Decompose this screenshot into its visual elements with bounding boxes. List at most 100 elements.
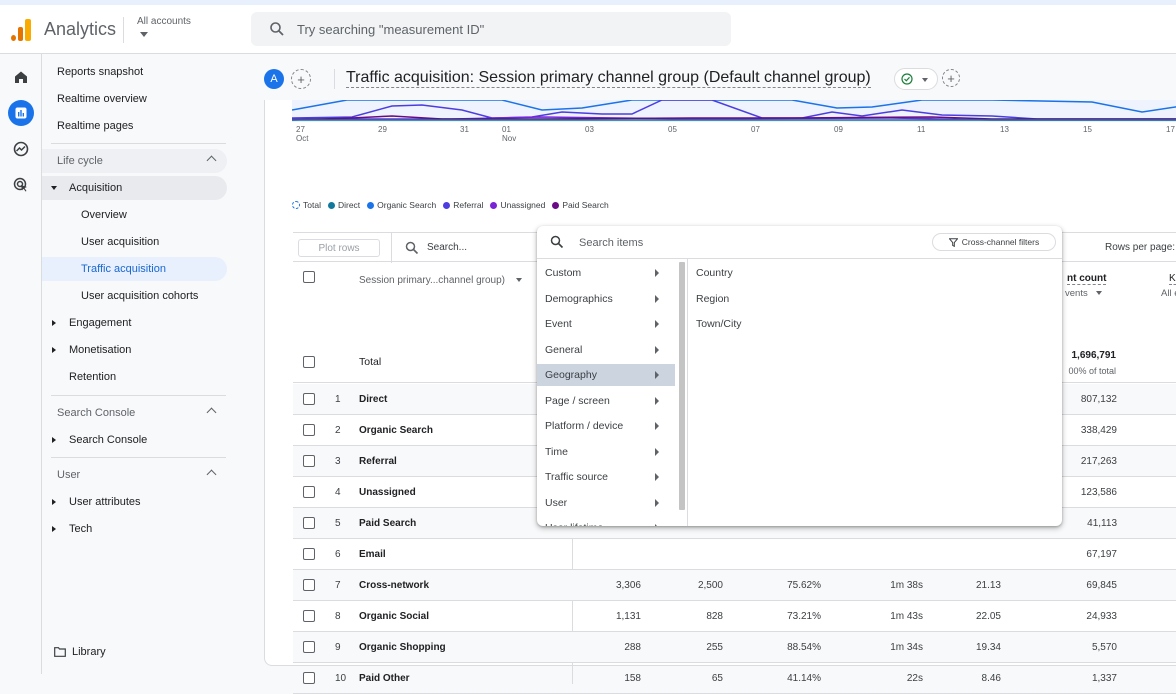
legend-item[interactable]: Unassigned [490, 200, 545, 210]
page-title[interactable]: Traffic acquisition: Session primary cha… [346, 68, 871, 88]
key-events-subheader[interactable]: All e [1161, 288, 1176, 299]
sidebar-item-traffic-acquisition[interactable]: Traffic acquisition [42, 257, 227, 281]
dimension-subitem[interactable]: Country [696, 267, 733, 279]
channel-name[interactable]: Organic Shopping [359, 642, 446, 653]
channel-name[interactable]: Unassigned [359, 487, 416, 498]
sidebar-item-label: Engagement [69, 317, 132, 329]
key-events-header[interactable]: Ke [1169, 273, 1176, 285]
report-status-chip[interactable] [894, 68, 938, 90]
row-checkbox[interactable] [303, 455, 315, 467]
legend-item[interactable]: Total [292, 200, 321, 210]
account-selector-label[interactable]: All accounts [137, 16, 191, 27]
cell-rate: 41.14% [787, 673, 821, 684]
chart-legend: Total Direct Organic Search Referral Unassig… [292, 200, 609, 210]
global-search-input[interactable] [297, 12, 717, 46]
dimension-category-item[interactable]: Page / screen [537, 390, 675, 412]
picker-divider [687, 259, 688, 526]
sidebar-item-search-console[interactable]: Search Console [42, 428, 227, 452]
plot-rows-button[interactable]: Plot rows [298, 239, 380, 257]
dimension-subitem[interactable]: Region [696, 293, 729, 305]
sidebar-item-realtime-overview[interactable]: Realtime overview [42, 87, 227, 111]
section-header-search-console[interactable]: Search Console [42, 401, 227, 425]
analytics-logo-icon[interactable] [10, 17, 32, 41]
sidebar-item-library[interactable]: Library [42, 640, 227, 664]
category-scrollbar[interactable] [679, 262, 685, 510]
legend-swatch-icon [443, 201, 451, 209]
sidebar-item-monetisation[interactable]: Monetisation [42, 338, 227, 362]
sidebar-item-overview[interactable]: Overview [42, 203, 227, 227]
dimension-category-item[interactable]: General [537, 339, 675, 361]
dimension-search[interactable]: Cross-channel filters [537, 226, 1062, 259]
sidebar-item-acquisition[interactable]: Acquisition [42, 176, 227, 200]
expanded-caret-icon [51, 186, 57, 190]
row-checkbox[interactable] [303, 548, 315, 560]
submenu-arrow-icon [655, 371, 659, 379]
add-comparison-button[interactable]: + [291, 69, 311, 89]
channel-name[interactable]: Paid Search [359, 518, 416, 529]
dimension-category-item[interactable]: Traffic source [537, 466, 675, 488]
channel-name[interactable]: Organic Social [359, 611, 429, 622]
select-all-checkbox[interactable] [303, 271, 315, 283]
row-checkbox[interactable] [303, 393, 315, 405]
cell-events-per: 8.46 [981, 673, 1001, 684]
left-rail [0, 54, 42, 674]
cross-channel-filters-button[interactable]: Cross-channel filters [932, 233, 1056, 251]
legend-item[interactable]: Referral [443, 200, 483, 210]
dimension-category-item[interactable]: Platform / device [537, 415, 675, 437]
row-checkbox[interactable] [303, 610, 315, 622]
x-tick-day: 05 [668, 125, 677, 134]
channel-name[interactable]: Direct [359, 394, 387, 405]
advertising-icon[interactable] [8, 172, 34, 198]
channel-name[interactable]: Cross-network [359, 580, 429, 591]
dimension-search-input[interactable] [579, 226, 879, 259]
row-number: 10 [335, 673, 347, 684]
section-header-user[interactable]: User [42, 463, 227, 487]
sidebar-item-realtime-pages[interactable]: Realtime pages [42, 114, 227, 138]
sidebar-item-user-acquisition[interactable]: User acquisition [42, 230, 227, 254]
channel-name[interactable]: Email [359, 549, 386, 560]
table-search-input[interactable]: Search... [427, 242, 467, 253]
row-checkbox[interactable] [303, 641, 315, 653]
dimension-header[interactable]: Session primary...channel group) [359, 275, 522, 286]
account-selector-caret-icon[interactable] [140, 32, 148, 37]
row-checkbox[interactable] [303, 579, 315, 591]
x-tick-day: 03 [585, 125, 594, 134]
dimension-category-item[interactable]: Event [537, 313, 675, 335]
explore-icon[interactable] [8, 136, 34, 162]
sidebar-item-user-acquisition-cohorts[interactable]: User acquisition cohorts [42, 284, 227, 308]
dimension-subitem[interactable]: Town/City [696, 318, 742, 330]
dimension-category-item[interactable]: User lifetime [537, 517, 675, 526]
event-count-subheader[interactable]: vents [1065, 288, 1103, 299]
sidebar-item-user-attributes[interactable]: User attributes [42, 490, 227, 514]
legend-item[interactable]: Paid Search [552, 200, 609, 210]
channel-name[interactable]: Paid Other [359, 673, 410, 684]
sidebar-item-engagement[interactable]: Engagement [42, 311, 227, 335]
dimension-category-item[interactable]: Time [537, 441, 675, 463]
dimension-category-item[interactable]: Demographics [537, 288, 675, 310]
add-report-button[interactable]: + [942, 69, 960, 87]
channel-name[interactable]: Organic Search [359, 425, 433, 436]
legend-item[interactable]: Direct [327, 200, 360, 210]
row-checkbox[interactable] [303, 486, 315, 498]
legend-item[interactable]: Organic Search [367, 200, 436, 210]
comparison-avatar[interactable]: A [264, 69, 284, 89]
dimension-category-item[interactable]: Geography [537, 364, 675, 386]
sidebar-item-reports-snapshot[interactable]: Reports snapshot [42, 60, 227, 84]
dimension-category-item[interactable]: Custom [537, 262, 675, 284]
row-checkbox[interactable] [303, 517, 315, 529]
submenu-arrow-icon [655, 524, 659, 526]
dimension-category-item[interactable]: User [537, 492, 675, 514]
reports-icon[interactable] [8, 100, 34, 126]
sidebar-item-tech[interactable]: Tech [42, 517, 227, 541]
row-checkbox[interactable] [303, 424, 315, 436]
channel-name[interactable]: Referral [359, 456, 397, 467]
home-icon[interactable] [8, 64, 34, 90]
section-header-life-cycle[interactable]: Life cycle [42, 149, 227, 173]
filter-icon [948, 237, 958, 247]
app-header: Analytics All accounts [0, 5, 1176, 54]
event-count-header[interactable]: nt count [1067, 273, 1107, 285]
total-row-checkbox[interactable] [303, 356, 315, 368]
sidebar-item-retention[interactable]: Retention [42, 365, 227, 389]
cell-engaged: 255 [706, 642, 723, 653]
global-search[interactable] [251, 12, 731, 46]
